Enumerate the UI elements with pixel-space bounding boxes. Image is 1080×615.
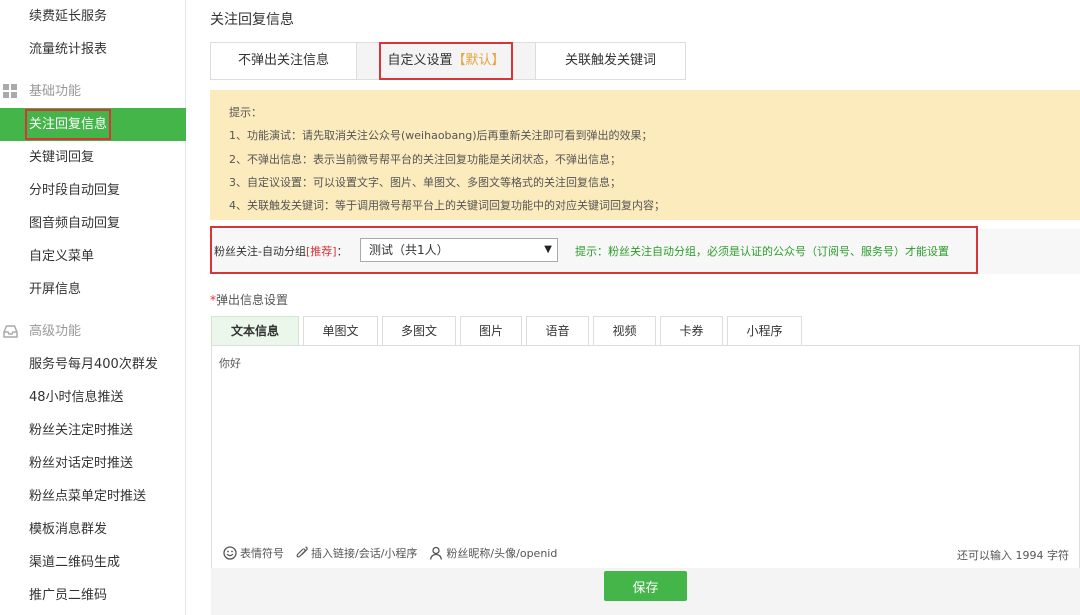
label-text: 弹出信息设置 (216, 293, 289, 307)
sidebar-item-label: 开屏信息 (29, 282, 82, 297)
tip-line: 2、不弹出信息：表示当前微号帮平台的关注回复功能是关闭状态，不弹出信息； (229, 152, 621, 166)
tab-mini-program[interactable]: 小程序 (727, 316, 802, 346)
tab-label: 关联触发关键词 (564, 53, 656, 68)
tab-label: 文本信息 (230, 324, 279, 338)
sidebar-item-48h-push[interactable]: 48小时信息推送 (0, 381, 186, 414)
emoji-tool[interactable]: 表情符号 (223, 545, 284, 561)
sidebar-item-label: 模板消息群发 (29, 522, 108, 537)
tab-multi-article[interactable]: 多图文 (382, 316, 456, 346)
group-select[interactable]: 测试（共1人） ▼ (360, 238, 558, 262)
tab-label: 图片 (478, 324, 503, 338)
tab-single-article[interactable]: 单图文 (303, 316, 378, 346)
tab-label: 单图文 (322, 324, 359, 338)
user-icon (430, 546, 443, 560)
save-button[interactable]: 保存 (604, 571, 687, 601)
tab-label: 语音 (545, 324, 570, 338)
tip-line: 3、自定议设置：可以设置文字、图片、单图文、多图文等格式的关注回复信息； (229, 175, 621, 189)
sidebar-item-custom-menu[interactable]: 自定义菜单 (0, 240, 186, 273)
sidebar-item-label: 粉丝对话定时推送 (29, 456, 134, 471)
sidebar-item-label: 续费延长服务 (29, 9, 108, 24)
tips-heading: 提示： (229, 106, 262, 119)
grid-icon (3, 84, 17, 98)
section-label: 基础功能 (29, 84, 82, 99)
tab-voice[interactable]: 语音 (526, 316, 589, 346)
auto-group-hint: 提示：粉丝关注自动分组，必须是认证的公众号（订阅号、服务号）才能设置 (575, 245, 949, 258)
caret-down-icon: ▼ (544, 244, 552, 255)
sidebar-section-basic: 基础功能 (0, 75, 186, 108)
section-label: 高级功能 (29, 324, 82, 339)
popup-settings-label: *弹出信息设置 (210, 291, 288, 308)
insert-link-tool[interactable]: 插入链接/会话/小程序 (296, 545, 417, 561)
sidebar-item-label: 渠道二维码生成 (29, 555, 121, 570)
tab-image[interactable]: 图片 (460, 316, 522, 346)
sidebar-item-splash[interactable]: 开屏信息 (0, 273, 186, 306)
tab-coupon[interactable]: 卡券 (660, 316, 723, 346)
sidebar-item-mass-send[interactable]: 服务号每月400次群发 (0, 348, 186, 381)
message-type-tabs: 文本信息 单图文 多图文 图片 语音 视频 卡券 小程序 (211, 316, 806, 346)
tab-label: 卡券 (679, 324, 704, 338)
tab-video[interactable]: 视频 (593, 316, 656, 346)
char-count: 还可以输入 1994 字符 (957, 549, 1069, 562)
sidebar-item-keyword-reply[interactable]: 关键词回复 (0, 141, 186, 174)
tab-text[interactable]: 文本信息 (211, 316, 299, 346)
sidebar-item-template-mass[interactable]: 模板消息群发 (0, 513, 186, 546)
sidebar-item-label: 粉丝点菜单定时推送 (29, 489, 147, 504)
sidebar-item-label: 关键词回复 (29, 150, 95, 165)
default-tag: 【默认】 (452, 53, 505, 68)
tab-label: 视频 (612, 324, 637, 338)
sidebar-item-media-reply[interactable]: 图音频自动回复 (0, 207, 186, 240)
sidebar-item-follow-timed-push[interactable]: 粉丝关注定时推送 (0, 414, 186, 447)
sidebar-item-label: 分时段自动回复 (29, 183, 121, 198)
tab-custom-settings[interactable]: 自定义设置【默认】 (357, 42, 536, 80)
tab-link-keyword[interactable]: 关联触发关键词 (536, 42, 686, 80)
tool-label: 插入链接/会话/小程序 (311, 547, 418, 560)
fan-info-tool[interactable]: 粉丝昵称/头像/openid (429, 545, 557, 561)
sidebar: 续费延长服务 流量统计报表 基础功能 关注回复信息 关键词回复 分时段自动回复 … (0, 0, 186, 615)
tips-panel: 提示： 1、功能演试：请先取消关注公众号(weihaobang)后再重新关注即可… (210, 90, 1080, 220)
sidebar-item-label: 48小时信息推送 (29, 390, 124, 405)
sidebar-item-menu-timed-push[interactable]: 粉丝点菜单定时推送 (0, 480, 186, 513)
tab-label: 自定义设置 (387, 53, 453, 68)
sidebar-item-renewal[interactable]: 续费延长服务 (0, 0, 186, 33)
message-editor[interactable]: 你好 表情符号 插入链接/会话/小程序 粉丝昵称/头像/openid 还可以输入… (211, 345, 1080, 569)
tab-label: 多图文 (400, 324, 437, 338)
sidebar-section-advanced: 高级功能 (0, 315, 186, 348)
main-content: 关注回复信息 不弹出关注信息 自定义设置【默认】 关联触发关键词 提示： 1、功… (186, 0, 1080, 615)
sidebar-item-label: 粉丝关注定时推送 (29, 423, 134, 438)
editor-toolbar: 表情符号 插入链接/会话/小程序 粉丝昵称/头像/openid (223, 545, 569, 561)
sidebar-item-label: 图音频自动回复 (29, 216, 121, 231)
tab-label: 小程序 (746, 324, 783, 338)
tab-label: 不弹出关注信息 (237, 53, 329, 68)
label-colon: ： (336, 245, 348, 258)
sidebar-item-label: 流量统计报表 (29, 42, 108, 57)
tab-no-popup[interactable]: 不弹出关注信息 (210, 42, 357, 80)
sidebar-item-traffic-report[interactable]: 流量统计报表 (0, 33, 186, 66)
sidebar-item-label: 推广员二维码 (29, 588, 108, 603)
tab-label-box: 自定义设置【默认】 (379, 42, 513, 80)
sidebar-item-promoter-qrcode[interactable]: 推广员二维码 (0, 579, 186, 612)
sidebar-item-timed-reply[interactable]: 分时段自动回复 (0, 174, 186, 207)
tip-line: 1、功能演试：请先取消关注公众号(weihaobang)后再重新关注即可看到弹出… (229, 129, 653, 143)
editor-text[interactable]: 你好 (219, 355, 241, 371)
tip-line: 4、关联触发关键词：等于调用微号帮平台上的关键词回复功能中的对应关键词回复内容； (229, 199, 665, 213)
sidebar-item-label: 服务号每月400次群发 (29, 357, 158, 372)
tool-label: 表情符号 (240, 547, 284, 560)
auto-group-row: 粉丝关注-自动分组[推荐]： 测试（共1人） ▼ 提示：粉丝关注自动分组，必须是… (210, 226, 1080, 274)
mode-tabs: 不弹出关注信息 自定义设置【默认】 关联触发关键词 (210, 42, 686, 80)
inbox-icon (3, 325, 18, 338)
sidebar-item-channel-qrcode[interactable]: 渠道二维码生成 (0, 546, 186, 579)
sidebar-item-label: 自定义菜单 (29, 249, 95, 264)
editor-footer: 保存 (211, 568, 1080, 615)
auto-group-label: 粉丝关注-自动分组[推荐]： (214, 243, 348, 259)
group-select-value: 测试（共1人） (369, 243, 449, 257)
recommend-tag: [推荐] (305, 245, 337, 258)
sidebar-item-label: 关注回复信息 (25, 109, 112, 140)
page-title: 关注回复信息 (210, 12, 294, 28)
tool-label: 粉丝昵称/头像/openid (446, 547, 558, 560)
sidebar-item-follow-reply[interactable]: 关注回复信息 (0, 108, 186, 141)
smiley-icon (223, 546, 237, 560)
sidebar-item-chat-timed-push[interactable]: 粉丝对话定时推送 (0, 447, 186, 480)
label-text: 粉丝关注-自动分组 (214, 245, 306, 258)
link-icon (296, 546, 308, 558)
